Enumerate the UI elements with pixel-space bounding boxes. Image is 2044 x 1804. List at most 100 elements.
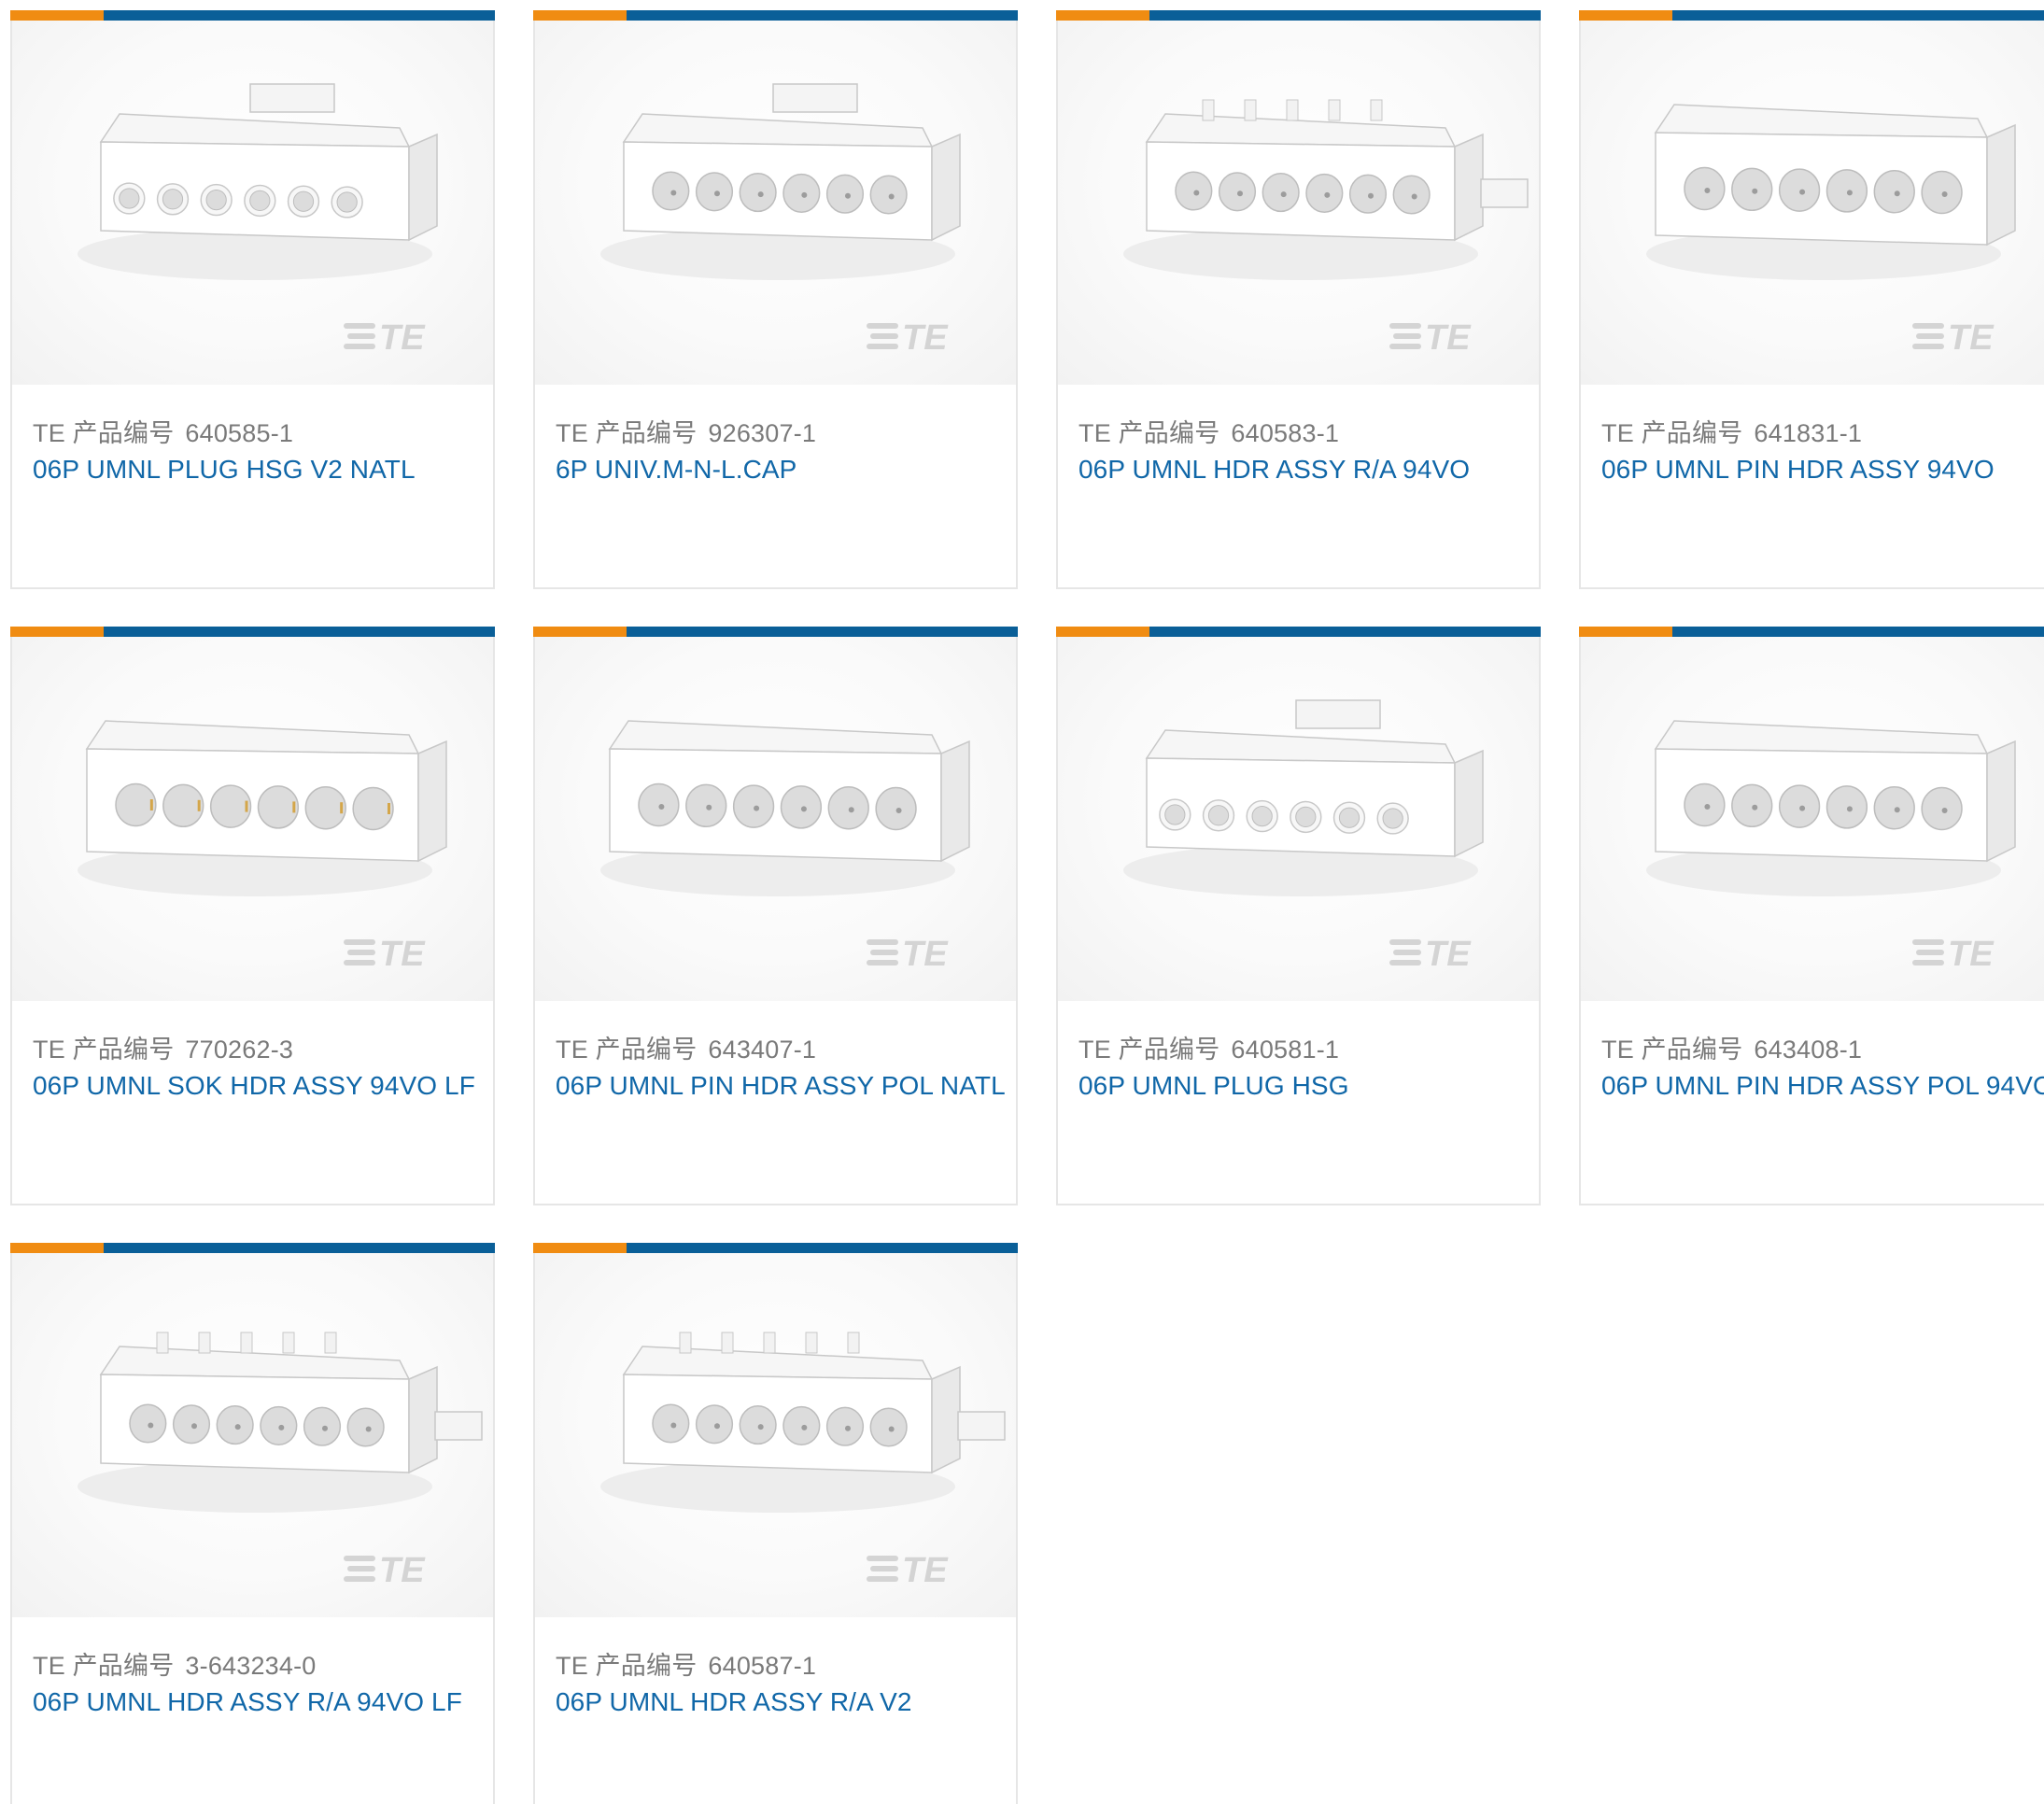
product-card[interactable]: TE TE 产品编号 770262-3 06P UMNL SOK HDR ASSY 9… (10, 627, 495, 1205)
product-number-line: TE 产品编号 643407-1 (556, 1029, 816, 1065)
card-accent-bar (10, 1243, 495, 1253)
product-title-link[interactable]: 06P UMNL PIN HDR ASSY POL 94VO (1601, 1071, 2044, 1101)
product-title-link[interactable]: 06P UMNL PIN HDR ASSY 94VO (1601, 455, 1995, 485)
product-number: 640585-1 (185, 419, 294, 447)
product-image[interactable]: TE (12, 21, 493, 385)
product-number-label: TE 产品编号 (1078, 1036, 1220, 1064)
card-accent-bar (1579, 10, 2044, 21)
te-watermark-logo: TE (1912, 318, 1995, 355)
product-number-line: TE 产品编号 640585-1 (33, 413, 293, 449)
product-title-link[interactable]: 06P UMNL PIN HDR ASSY POL NATL (556, 1071, 1006, 1101)
product-image[interactable]: TE (1581, 21, 2044, 385)
product-number: 641831-1 (1754, 419, 1863, 447)
product-card[interactable]: TE TE 产品编号 641831-1 06P UMNL PIN HDR ASSY 9… (1579, 10, 2044, 589)
product-number-label: TE 产品编号 (33, 1036, 175, 1064)
te-watermark-logo: TE (867, 1551, 949, 1587)
card-accent-bar (533, 10, 1018, 21)
product-number-line: TE 产品编号 640583-1 (1078, 413, 1339, 449)
product-image[interactable]: TE (12, 1253, 493, 1617)
card-accent-bar (533, 627, 1018, 637)
product-image[interactable]: TE (1581, 637, 2044, 1001)
card-accent-bar (533, 1243, 1018, 1253)
te-watermark-logo: TE (867, 935, 949, 971)
product-title-link[interactable]: 06P UMNL PLUG HSG V2 NATL (33, 455, 416, 485)
card-accent-orange (10, 10, 104, 21)
card-accent-orange (1579, 627, 1672, 637)
card-accent-bar (1579, 627, 2044, 637)
product-number: 643408-1 (1754, 1036, 1863, 1064)
product-number: 640583-1 (1231, 419, 1340, 447)
product-number-label: TE 产品编号 (33, 419, 175, 447)
card-accent-orange (533, 1243, 627, 1253)
product-image[interactable]: TE (1058, 21, 1539, 385)
product-number-label: TE 产品编号 (1078, 419, 1220, 447)
product-card[interactable]: TE TE 产品编号 640581-1 06P UMNL PLUG HSG (1056, 627, 1541, 1205)
product-number-line: TE 产品编号 643408-1 (1601, 1029, 1862, 1065)
product-grid: TE TE 产品编号 640585-1 06P UMNL PLUG HSG V2 NA… (0, 0, 2044, 1804)
product-number-line: TE 产品编号 640581-1 (1078, 1029, 1339, 1065)
te-watermark-logo: TE (344, 1551, 426, 1587)
product-number: 770262-3 (185, 1036, 294, 1064)
product-title-link[interactable]: 6P UNIV.M-N-L.CAP (556, 455, 796, 485)
te-watermark-logo: TE (344, 935, 426, 971)
product-image[interactable]: TE (535, 21, 1016, 385)
product-card[interactable]: TE TE 产品编号 3-643234-0 06P UMNL HDR ASSY R/A… (10, 1243, 495, 1804)
svg-text:TE: TE (379, 935, 426, 971)
card-accent-orange (1056, 10, 1149, 21)
te-watermark-logo: TE (344, 318, 426, 355)
product-number: 3-643234-0 (185, 1652, 317, 1680)
product-image[interactable]: TE (1058, 637, 1539, 1001)
product-title-link[interactable]: 06P UMNL SOK HDR ASSY 94VO LF (33, 1071, 475, 1101)
product-card[interactable]: TE TE 产品编号 640587-1 06P UMNL HDR ASSY R/A V… (533, 1243, 1018, 1804)
product-card[interactable]: TE TE 产品编号 640585-1 06P UMNL PLUG HSG V2 NA… (10, 10, 495, 589)
product-number: 640581-1 (1231, 1036, 1340, 1064)
svg-text:TE: TE (379, 318, 426, 355)
card-accent-orange (1579, 10, 1672, 21)
card-accent-bar (1056, 627, 1541, 637)
te-watermark-logo: TE (1912, 935, 1995, 971)
svg-text:TE: TE (902, 935, 949, 971)
card-accent-bar (10, 627, 495, 637)
card-accent-orange (10, 627, 104, 637)
product-number-line: TE 产品编号 770262-3 (33, 1029, 293, 1065)
product-number: 643407-1 (708, 1036, 817, 1064)
product-number: 640587-1 (708, 1652, 817, 1680)
product-card[interactable]: TE TE 产品编号 643407-1 06P UMNL PIN HDR ASSY P… (533, 627, 1018, 1205)
svg-text:TE: TE (902, 1551, 949, 1587)
svg-text:TE: TE (1425, 318, 1472, 355)
product-image[interactable]: TE (535, 1253, 1016, 1617)
product-image[interactable]: TE (12, 637, 493, 1001)
product-number: 926307-1 (708, 419, 817, 447)
svg-text:TE: TE (1948, 318, 1995, 355)
product-title-link[interactable]: 06P UMNL PLUG HSG (1078, 1071, 1349, 1101)
card-accent-bar (1056, 10, 1541, 21)
product-card[interactable]: TE TE 产品编号 640583-1 06P UMNL HDR ASSY R/A 9… (1056, 10, 1541, 589)
svg-text:TE: TE (1425, 935, 1472, 971)
product-number-line: TE 产品编号 641831-1 (1601, 413, 1862, 449)
card-accent-orange (1056, 627, 1149, 637)
card-accent-bar (10, 10, 495, 21)
product-number-line: TE 产品编号 926307-1 (556, 413, 816, 449)
card-accent-orange (533, 627, 627, 637)
card-accent-orange (10, 1243, 104, 1253)
svg-text:TE: TE (379, 1551, 426, 1587)
product-number-label: TE 产品编号 (556, 1652, 698, 1680)
product-number-line: TE 产品编号 3-643234-0 (33, 1645, 317, 1682)
product-number-line: TE 产品编号 640587-1 (556, 1645, 816, 1682)
svg-text:TE: TE (902, 318, 949, 355)
product-card[interactable]: TE TE 产品编号 926307-1 6P UNIV.M-N-L.CAP (533, 10, 1018, 589)
product-image[interactable]: TE (535, 637, 1016, 1001)
te-watermark-logo: TE (1389, 318, 1472, 355)
product-title-link[interactable]: 06P UMNL HDR ASSY R/A 94VO LF (33, 1687, 462, 1717)
product-number-label: TE 产品编号 (1601, 1036, 1743, 1064)
card-accent-orange (533, 10, 627, 21)
product-number-label: TE 产品编号 (556, 1036, 698, 1064)
te-watermark-logo: TE (867, 318, 949, 355)
product-title-link[interactable]: 06P UMNL HDR ASSY R/A V2 (556, 1687, 912, 1717)
product-card[interactable]: TE TE 产品编号 643408-1 06P UMNL PIN HDR ASSY P… (1579, 627, 2044, 1205)
product-number-label: TE 产品编号 (33, 1652, 175, 1680)
product-title-link[interactable]: 06P UMNL HDR ASSY R/A 94VO (1078, 455, 1470, 485)
product-number-label: TE 产品编号 (1601, 419, 1743, 447)
product-number-label: TE 产品编号 (556, 419, 698, 447)
te-watermark-logo: TE (1389, 935, 1472, 971)
